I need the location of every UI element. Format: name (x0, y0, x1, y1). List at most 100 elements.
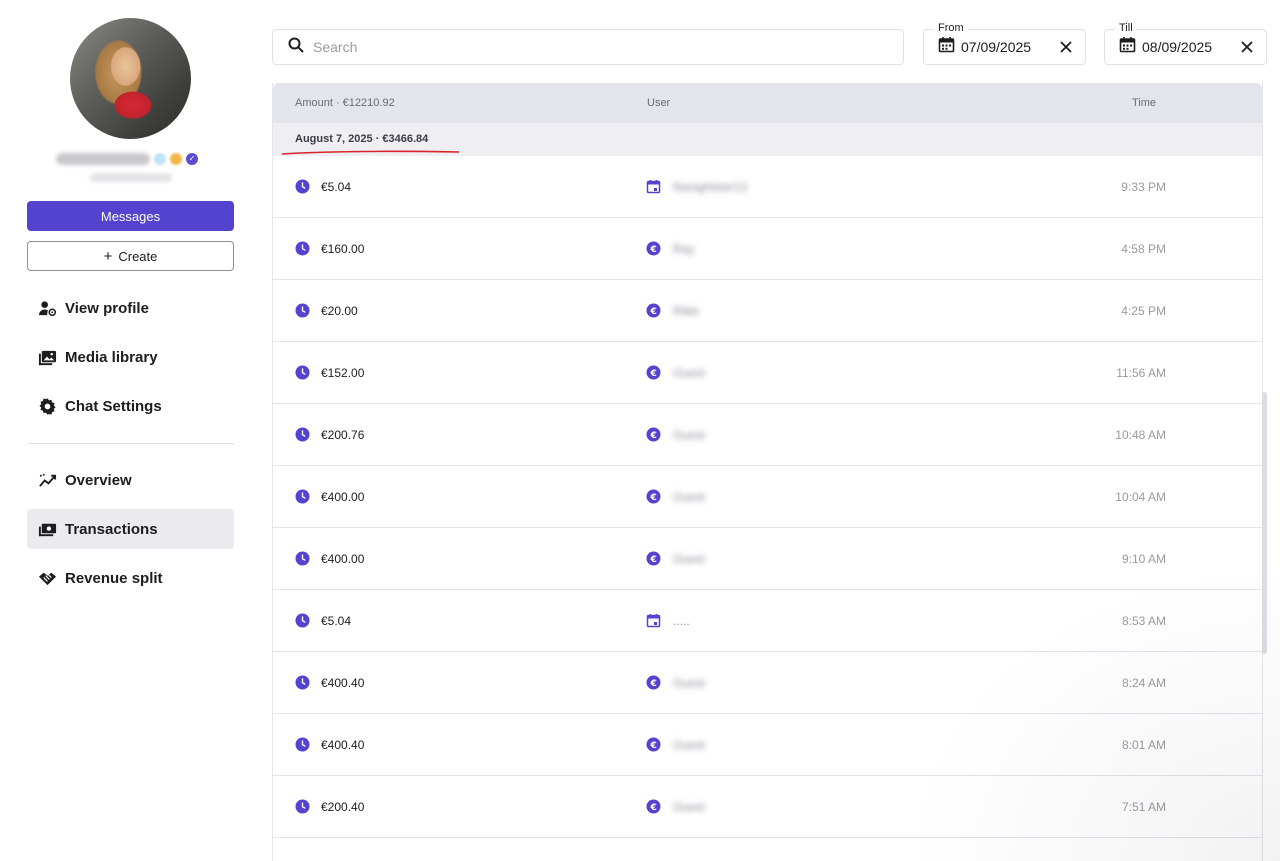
user-gear-icon (37, 298, 57, 318)
messages-button[interactable]: Messages (27, 201, 234, 231)
column-header-amount[interactable]: Amount · €12210.92 (295, 97, 395, 109)
transaction-amount: €152.00 (321, 366, 365, 380)
table-row[interactable]: €200.40 € Guest 7:51 AM (273, 776, 1262, 838)
table-row[interactable]: €200.76 € Guest 10:48 AM (273, 404, 1262, 466)
column-header-time[interactable]: Time (1132, 97, 1156, 109)
verified-badge-icon: ✓ (186, 153, 198, 165)
euro-icon: € (646, 737, 661, 752)
transaction-amount: €200.40 (321, 800, 365, 814)
date-group-label: August 7, 2025 · €3466.84 (295, 133, 429, 145)
search-bar[interactable] (272, 29, 904, 65)
table-row[interactable]: €152.00 € Guest 11:56 AM (273, 342, 1262, 404)
from-label: From (934, 22, 968, 34)
euro-icon: € (646, 675, 661, 690)
transaction-user[interactable]: Guest (673, 676, 705, 690)
profile-name: ✓ (56, 151, 198, 167)
transaction-time: 9:10 AM (1121, 552, 1166, 566)
transactions-table: Amount · €12210.92 User Time August 7, 2… (272, 83, 1263, 861)
create-button[interactable]: + Create (27, 241, 234, 271)
nav-item-chat-settings[interactable]: Chat Settings (27, 386, 234, 426)
sidebar-divider (27, 443, 234, 444)
till-date-field[interactable]: Till 08/09/2025 (1104, 22, 1267, 65)
euro-icon: € (646, 241, 661, 256)
table-row[interactable]: €400.40 € Guest 8:24 AM (273, 652, 1262, 714)
transaction-time: 7:51 AM (1121, 800, 1166, 814)
calendar-icon (1119, 36, 1136, 58)
clear-till-date-icon[interactable] (1236, 36, 1258, 58)
transaction-user[interactable]: Guest (673, 490, 705, 504)
transaction-time: 8:53 AM (1121, 614, 1166, 628)
transaction-user[interactable]: ..... (673, 614, 690, 628)
clear-from-date-icon[interactable] (1055, 36, 1077, 58)
transaction-user[interactable]: Rikki (673, 304, 699, 318)
emoji-icon (170, 153, 182, 165)
handshake-icon (37, 568, 57, 588)
svg-text:€: € (649, 307, 656, 317)
transaction-time: 8:24 AM (1121, 676, 1166, 690)
nav-item-transactions[interactable]: Transactions (27, 509, 234, 549)
nav-item-view-profile[interactable]: View profile (27, 288, 234, 328)
transaction-amount: €160.00 (321, 242, 365, 256)
clock-icon (295, 675, 310, 690)
table-row[interactable]: €400.40 € Guest 8:01 AM (273, 714, 1262, 776)
clock-icon (295, 551, 310, 566)
plus-icon: + (103, 247, 113, 265)
clock-icon (295, 613, 310, 628)
table-row[interactable]: €5.04 Nanightster12 9:33 PM (273, 156, 1262, 218)
transaction-amount: €5.04 (321, 180, 352, 194)
euro-icon: € (646, 303, 661, 318)
transaction-amount: €400.00 (321, 490, 365, 504)
transaction-user[interactable]: Nanightster12 (673, 180, 748, 194)
search-icon (287, 36, 305, 59)
svg-text:€: € (649, 803, 656, 813)
transaction-amount: €20.00 (321, 304, 358, 318)
create-label: Create (118, 248, 158, 264)
till-date-value: 08/09/2025 (1142, 39, 1213, 55)
clock-icon (295, 427, 310, 442)
svg-text:€: € (649, 431, 656, 441)
search-input[interactable] (313, 39, 873, 55)
nav-label: View profile (65, 299, 149, 317)
table-row[interactable]: €400.00 € Guest 9:10 AM (273, 528, 1262, 590)
table-row[interactable]: €400.00 € Guest 10:04 AM (273, 466, 1262, 528)
column-header-user[interactable]: User (647, 97, 670, 109)
table-header: Amount · €12210.92 User Time (273, 83, 1262, 123)
transaction-time: 9:33 PM (1121, 180, 1166, 194)
calendar-icon (646, 613, 661, 628)
transaction-user[interactable]: Guest (673, 428, 705, 442)
euro-icon: € (646, 365, 661, 380)
transaction-user[interactable]: Guest (673, 800, 705, 814)
calendar-icon (646, 179, 661, 194)
clock-icon (295, 737, 310, 752)
clock-icon (295, 303, 310, 318)
till-label: Till (1115, 22, 1137, 34)
nav-label: Revenue split (65, 569, 163, 587)
date-group-header: August 7, 2025 · €3466.84 (273, 123, 1262, 156)
nav-item-media-library[interactable]: Media library (27, 337, 234, 377)
table-row[interactable]: €160.00 € Ray 4:58 PM (273, 218, 1262, 280)
from-date-field[interactable]: From 07/09/2025 (923, 22, 1086, 65)
nav-item-revenue-split[interactable]: Revenue split (27, 558, 234, 598)
scrollbar[interactable] (1262, 392, 1267, 654)
avatar[interactable] (70, 18, 191, 139)
transaction-user[interactable]: Guest (673, 366, 705, 380)
transaction-amount: €400.40 (321, 676, 365, 690)
table-row[interactable]: €20.00 € Rikki 4:25 PM (273, 280, 1262, 342)
transaction-time: 4:25 PM (1121, 304, 1166, 318)
transaction-user[interactable]: Guest (673, 552, 705, 566)
transaction-user[interactable]: Guest (673, 738, 705, 752)
transaction-amount: €400.00 (321, 552, 365, 566)
table-row[interactable]: €5.04..... 8:53 AM (273, 590, 1262, 652)
euro-icon: € (646, 427, 661, 442)
nav-label: Overview (65, 471, 132, 489)
clock-icon (295, 241, 310, 256)
transaction-user[interactable]: Ray (673, 242, 694, 256)
transaction-time: 11:56 AM (1116, 366, 1166, 380)
nav-item-overview[interactable]: Overview (27, 460, 234, 500)
emoji-icon (154, 153, 166, 165)
transaction-time: 8:01 AM (1121, 738, 1166, 752)
calendar-icon (938, 36, 955, 58)
nav-label: Transactions (65, 520, 158, 538)
svg-text:€: € (649, 493, 656, 503)
svg-text:€: € (649, 245, 656, 255)
